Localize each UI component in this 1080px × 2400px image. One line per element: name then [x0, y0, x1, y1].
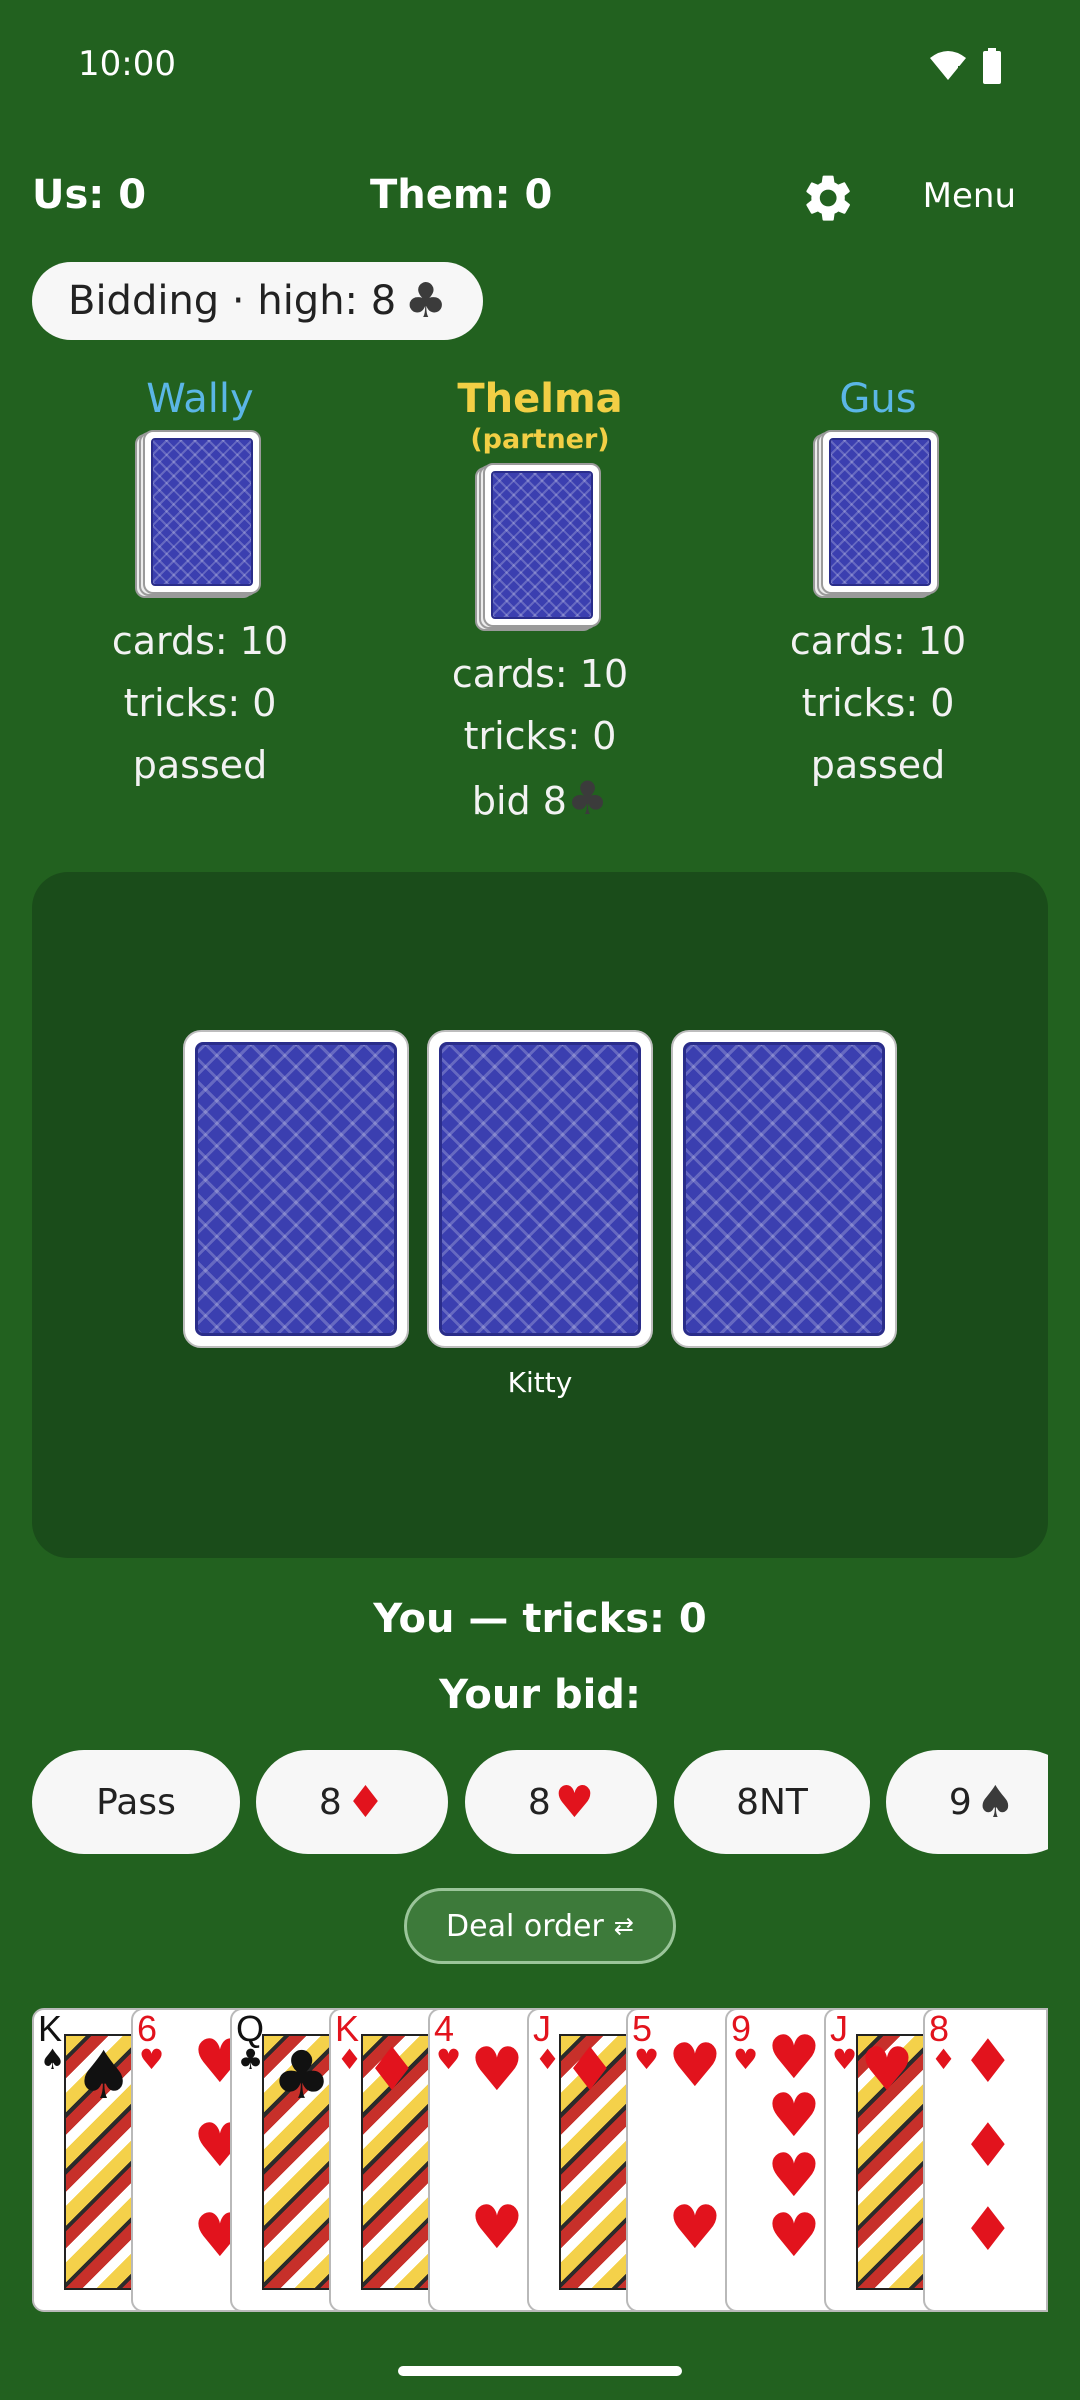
diamond-pip-icon: ♦: [365, 2035, 419, 2105]
player-gus: Gus cards: 10 tricks: 0 passed: [728, 376, 1028, 796]
bid-8-diamonds-button[interactable]: 8 ♦: [256, 1750, 448, 1854]
player-name: Wally: [146, 376, 254, 422]
menu-button[interactable]: Menu: [923, 176, 1016, 216]
player-tricks: tricks: 0: [801, 681, 955, 725]
kitty-label: Kitty: [507, 1366, 573, 1399]
bid-8-hearts-button[interactable]: 8 ♥: [465, 1750, 657, 1854]
heart-suit-icon: ♥: [139, 2043, 165, 2076]
card-stack-icon: [813, 430, 943, 602]
player-bid-text: bid 8: [471, 779, 567, 823]
bidding-status-text: Bidding · high: 8: [68, 278, 397, 324]
partner-tag: (partner): [470, 424, 610, 455]
diamond-pip-icon: ♦: [961, 2111, 1015, 2181]
card-stack-icon: [475, 463, 605, 635]
settings-gear-icon[interactable]: [800, 170, 856, 226]
heart-pip-icon: ♥: [470, 2035, 524, 2105]
diamond-suit-icon: ♦: [337, 2043, 363, 2076]
club-pip-icon: ♣: [272, 2037, 332, 2114]
spade-suit-icon: ♠: [975, 1776, 1016, 1828]
kitty-card: [671, 1030, 897, 1348]
player-thelma: Thelma (partner) cards: 10 tricks: 0 bid…: [390, 376, 690, 832]
bid-label: 8: [527, 1781, 551, 1823]
player-wally: Wally cards: 10 tricks: 0 passed: [50, 376, 350, 796]
bid-8nt-button[interactable]: 8NT: [674, 1750, 870, 1854]
diamond-suit-icon: ♦: [345, 1776, 386, 1828]
diamond-suit-icon: ♦: [535, 2043, 561, 2076]
heart-pip-icon: ♥: [470, 2193, 524, 2263]
heart-pip-icon: ♥: [668, 2193, 722, 2263]
player-tricks: tricks: 0: [463, 714, 617, 758]
status-icons: [928, 48, 1002, 84]
heart-pip-icon: ♥: [767, 2201, 821, 2271]
deal-order-button[interactable]: Deal order ⇄: [404, 1888, 676, 1964]
heart-suit-icon: ♥: [832, 2043, 858, 2076]
card-stack-icon: [135, 430, 265, 602]
player-tricks: tricks: 0: [123, 681, 277, 725]
heart-suit-icon: ♥: [733, 2043, 759, 2076]
bid-label: 9: [948, 1781, 972, 1823]
bid-9-spades-button[interactable]: 9 ♠: [886, 1750, 1048, 1854]
them-score: Them: 0: [370, 172, 553, 218]
heart-pip-icon: ♥: [767, 2081, 821, 2151]
heart-pip-icon: ♥: [767, 2023, 821, 2093]
diamond-pip-icon: ♦: [563, 2035, 617, 2105]
kitty-card: [427, 1030, 653, 1348]
club-suit-icon: ♣: [404, 273, 448, 329]
player-name: Gus: [839, 376, 917, 422]
diamond-suit-icon: ♦: [931, 2043, 957, 2076]
spade-suit-icon: ♠: [40, 2043, 66, 2076]
your-tricks: You — tricks: 0: [373, 1596, 707, 1642]
your-bid-prompt: Your bid:: [439, 1672, 641, 1718]
heart-suit-icon: ♥: [554, 1776, 595, 1828]
player-bid: bid 8♣: [390, 767, 690, 832]
wifi-icon: [930, 51, 966, 81]
bid-label: 8: [318, 1781, 342, 1823]
bid-pass-button[interactable]: Pass: [32, 1750, 240, 1854]
bidding-status-pill: Bidding · high: 8 ♣: [32, 262, 484, 340]
kitty-card: [183, 1030, 409, 1348]
heart-suit-icon: ♥: [436, 2043, 462, 2076]
swap-arrows-icon: ⇄: [613, 1912, 634, 1940]
bid-label: 8NT: [736, 1781, 808, 1823]
battery-icon: [983, 48, 1001, 84]
player-cards: cards: 10: [789, 619, 967, 663]
bid-label: Pass: [96, 1781, 176, 1823]
player-hand: K ♠ ♠ 6 ♥ ♥ ♥ ♥ Q ♣ ♣ K ♦ ♦ 4 ♥ ♥ ♥ J ♦ …: [32, 2008, 1048, 2314]
club-suit-icon: ♣: [566, 771, 609, 825]
player-name: Thelma: [457, 376, 623, 422]
heart-pip-icon: ♥: [668, 2031, 722, 2101]
spade-pip-icon: ♠: [74, 2037, 134, 2114]
bid-options: Pass 8 ♦ 8 ♥ 8NT 9 ♠: [32, 1750, 1048, 1854]
deal-order-label: Deal order: [446, 1908, 604, 1944]
heart-pip-icon: ♥: [860, 2035, 914, 2105]
diamond-pip-icon: ♦: [961, 2195, 1015, 2265]
heart-suit-icon: ♥: [634, 2043, 660, 2076]
player-cards: cards: 10: [451, 652, 629, 696]
diamond-pip-icon: ♦: [961, 2027, 1015, 2097]
player-status: passed: [132, 743, 268, 787]
club-suit-icon: ♣: [238, 2043, 264, 2076]
player-status: passed: [810, 743, 946, 787]
home-indicator[interactable]: [398, 2366, 682, 2376]
player-cards: cards: 10: [111, 619, 289, 663]
hand-card[interactable]: 8 ♦ ♦ ♦ ♦: [923, 2008, 1048, 2312]
heart-pip-icon: ♥: [767, 2141, 821, 2211]
status-time: 10:00: [78, 44, 176, 84]
us-score: Us: 0: [32, 172, 147, 218]
